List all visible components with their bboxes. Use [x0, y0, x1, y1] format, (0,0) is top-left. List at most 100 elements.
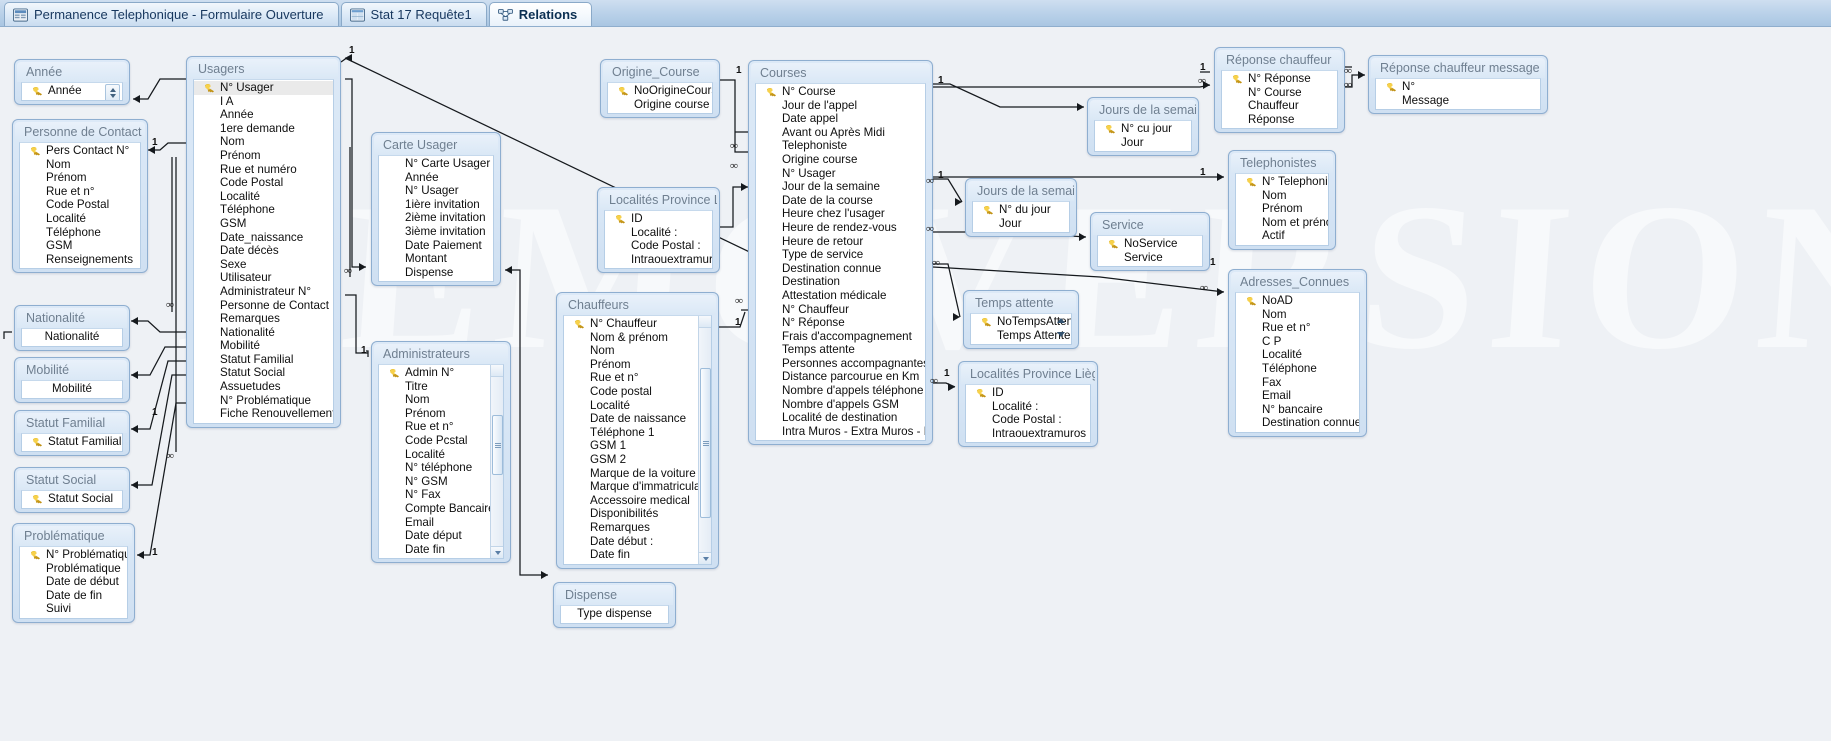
field-row[interactable]: Code Postal	[194, 176, 333, 190]
table-title[interactable]: Personne de Contact	[15, 122, 145, 142]
field-row[interactable]: NoService	[1098, 237, 1202, 251]
field-row[interactable]: Marque d'immatriculation	[564, 480, 711, 494]
table-box-mobilit[interactable]: Mobilité Mobilité	[14, 357, 130, 403]
field-row[interactable]: N° Telephoniste	[1236, 175, 1328, 189]
field-row[interactable]: Chauffeur	[1222, 99, 1337, 113]
field-row[interactable]: Origine course	[608, 98, 712, 112]
field-row[interactable]: Personnes accompagnantes	[756, 357, 925, 371]
table-title[interactable]: Jours de la semaine	[968, 181, 1074, 201]
table-title[interactable]: Réponse chauffeur	[1217, 50, 1342, 70]
field-row[interactable]: N° Chauffeur	[756, 303, 925, 317]
table-title[interactable]: Usagers	[189, 59, 338, 79]
table-title[interactable]: Réponse chauffeur message	[1371, 58, 1545, 78]
field-row[interactable]: Dispense	[379, 266, 493, 280]
field-row[interactable]: Origine course	[756, 153, 925, 167]
table-title[interactable]: Temps attente	[966, 293, 1076, 313]
field-row[interactable]: N° Usager	[756, 167, 925, 181]
field-row[interactable]: Année	[379, 171, 493, 185]
field-row[interactable]: Accessoire medical	[564, 494, 711, 508]
field-row[interactable]: Montant	[379, 252, 493, 266]
field-row[interactable]: Rue et n°	[1236, 321, 1359, 335]
table-box-probl-matique[interactable]: ProblématiqueN° ProblématiqueProblématiq…	[12, 523, 135, 623]
table-box-adresses-connues[interactable]: Adresses_Connues NoAD Nom Rue et n° C P Local…	[1228, 269, 1367, 437]
field-row[interactable]: Avant ou Après Midi	[756, 126, 925, 140]
scroll-thumb[interactable]	[700, 368, 711, 518]
table-title[interactable]: Jours de la semaine_1	[1090, 100, 1196, 120]
relationships-canvas[interactable]: DEMOVERSION Année Année Personne de Contac…	[0, 27, 1831, 741]
field-row[interactable]: Code Postal :	[605, 239, 712, 253]
field-row[interactable]: Message	[1376, 94, 1540, 108]
field-row[interactable]: N° GSM	[379, 475, 503, 489]
field-row[interactable]: Nom	[1236, 189, 1328, 203]
field-row[interactable]: Pers Contact N°	[20, 144, 140, 158]
field-row[interactable]: Réponse	[1222, 113, 1337, 127]
table-title[interactable]: Dispense	[556, 585, 673, 605]
field-row[interactable]: Destination	[756, 275, 925, 289]
field-row[interactable]: Date_naissance	[194, 231, 333, 245]
field-row[interactable]: 3ième invitation	[379, 225, 493, 239]
field-row[interactable]: Prénom	[194, 149, 333, 163]
scroll-thumb[interactable]	[492, 415, 503, 475]
field-row[interactable]: Distance parcourue en Km	[756, 370, 925, 384]
field-row[interactable]: Statut Social	[194, 366, 333, 380]
field-row[interactable]: I A	[194, 95, 333, 109]
field-row[interactable]: Nom	[379, 393, 503, 407]
field-row[interactable]: Fax	[1236, 376, 1359, 390]
table-box-ann-e[interactable]: Année Année	[14, 59, 130, 105]
table-box-carte-usager[interactable]: Carte Usager N° Carte Usager Année N° Usage…	[371, 132, 501, 287]
down-arrow-icon[interactable]	[1056, 330, 1068, 339]
field-row[interactable]: Statut Familial	[194, 353, 333, 367]
field-row[interactable]: Destination connue	[1236, 416, 1359, 430]
field-row[interactable]: C P	[1236, 335, 1359, 349]
field-row[interactable]: Téléphone	[194, 203, 333, 217]
field-row[interactable]: GSM	[194, 217, 333, 231]
field-row[interactable]: Date début :	[564, 535, 711, 549]
table-box-telephonistes[interactable]: TelephonistesN° TelephonisteNomPrénomNom…	[1228, 150, 1336, 250]
field-row[interactable]: Compte Bancaire	[379, 502, 503, 516]
field-row[interactable]: Date Paiement	[379, 239, 493, 253]
field-row[interactable]: GSM 1	[564, 439, 711, 453]
field-row[interactable]: N°	[1376, 80, 1540, 94]
field-row[interactable]: Remarques	[194, 312, 333, 326]
field-row[interactable]: Actif	[1236, 229, 1328, 243]
field-row[interactable]: Nom & prénom	[564, 331, 711, 345]
table-box-jours-de-la-semaine[interactable]: Jours de la semaineN° du jourJour	[965, 178, 1077, 238]
field-row[interactable]: GSM	[20, 239, 140, 253]
scroll-down-arrow-icon[interactable]	[699, 551, 711, 564]
table-title[interactable]: Chauffeurs	[559, 295, 716, 315]
field-row[interactable]: GSM 2	[564, 453, 711, 467]
up-arrow-icon[interactable]	[1056, 316, 1068, 325]
table-title[interactable]: Courses	[751, 63, 930, 83]
field-row[interactable]: Nom	[194, 135, 333, 149]
field-row[interactable]: Nationalité	[22, 330, 122, 344]
field-row[interactable]: Date déput	[379, 529, 503, 543]
table-box-usagers[interactable]: Usagers N° Usager I A Année 1ere demande Nom P…	[186, 56, 341, 428]
field-row[interactable]: N° Carte Usager	[379, 157, 493, 171]
field-row[interactable]: NoAD	[1236, 294, 1359, 308]
field-row[interactable]: N° Usager	[379, 184, 493, 198]
spinner-stepper[interactable]	[105, 84, 120, 100]
table-title[interactable]: Adresses_Connues	[1231, 272, 1364, 292]
scroll-down-arrow-icon[interactable]	[491, 546, 503, 559]
tab-relations[interactable]: Relations	[488, 2, 593, 26]
table-title[interactable]: Statut Social	[17, 470, 127, 490]
field-row[interactable]: N° Réponse	[756, 316, 925, 330]
field-row[interactable]: N° Fax	[379, 488, 503, 502]
field-row[interactable]: Prénom	[379, 407, 503, 421]
field-row[interactable]: N° Course	[756, 85, 925, 99]
field-row[interactable]: Année	[194, 108, 333, 122]
field-row[interactable]: Heure de rendez-vous	[756, 221, 925, 235]
field-row[interactable]: Telephoniste	[756, 139, 925, 153]
table-title[interactable]: Origine_Course	[603, 62, 717, 82]
field-row[interactable]: Nom	[564, 344, 711, 358]
field-row[interactable]: Date de début	[20, 575, 127, 589]
table-box-r-ponse-chauffeur[interactable]: Réponse chauffeur N° Réponse N° Course Chau…	[1214, 47, 1345, 134]
table-title[interactable]: Localités Province Lièg...	[600, 190, 717, 210]
field-row[interactable]: Nom et prénom	[1236, 216, 1328, 230]
field-row[interactable]: N° Chauffeur	[564, 317, 711, 331]
field-row[interactable]: Date appel	[756, 112, 925, 126]
field-row[interactable]: Statut Familial	[22, 435, 122, 449]
table-title[interactable]: Localités Province Liège	[961, 364, 1095, 384]
tab-stat-17-requ-te1[interactable]: Stat 17 Requête1	[340, 2, 487, 26]
table-box-nationalit[interactable]: Nationalité Nationalité	[14, 305, 130, 351]
